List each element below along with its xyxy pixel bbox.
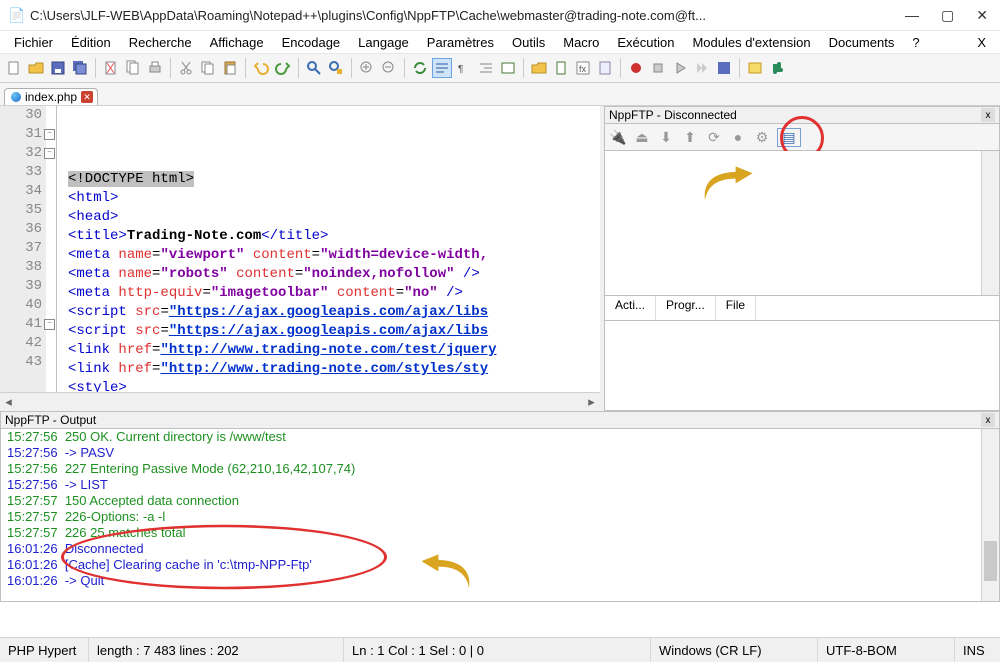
statusbar: PHP Hypert length : 7 483 lines : 202 Ln…	[0, 637, 1000, 662]
nppftp-title: NppFTP - Disconnected x	[604, 106, 1000, 124]
tree-vscrollbar[interactable]	[981, 151, 999, 295]
wrap-icon[interactable]	[432, 58, 452, 78]
playmulti-icon[interactable]	[692, 58, 712, 78]
menu-outils[interactable]: Outils	[504, 33, 553, 52]
output-close-icon[interactable]: x	[981, 413, 995, 427]
download-icon[interactable]: ⬇	[657, 129, 675, 146]
tab-close-icon[interactable]: ✕	[81, 91, 93, 103]
doc-icon[interactable]	[551, 58, 571, 78]
status-pos: Ln : 1 Col : 1 Sel : 0 | 0	[344, 638, 651, 662]
copy-icon[interactable]	[198, 58, 218, 78]
window-titlebar: 📄 C:\Users\JLF-WEB\AppData\Roaming\Notep…	[0, 0, 1000, 31]
sync-icon[interactable]	[410, 58, 430, 78]
tab-index-php[interactable]: index.php ✕	[4, 88, 98, 105]
lang-icon[interactable]	[498, 58, 518, 78]
undo-icon[interactable]	[251, 58, 271, 78]
nppftp-bottom-tabs: Acti... Progr... File	[604, 296, 1000, 321]
nppftp-details	[604, 321, 1000, 411]
menu-fichier[interactable]: Fichier	[6, 33, 61, 52]
status-mode: INS	[955, 638, 1000, 662]
menu-close-x[interactable]: X	[969, 33, 994, 52]
close-icon[interactable]	[101, 58, 121, 78]
tab-file[interactable]: File	[716, 296, 756, 320]
paste-icon[interactable]	[220, 58, 240, 78]
find-icon[interactable]	[304, 58, 324, 78]
new-icon[interactable]	[4, 58, 24, 78]
disconnect-icon[interactable]: ⏏	[633, 129, 651, 146]
menu-langage[interactable]: Langage	[350, 33, 417, 52]
output-vscroll-thumb[interactable]	[984, 541, 997, 581]
menu-parametres[interactable]: Paramètres	[419, 33, 502, 52]
file-status-icon	[11, 92, 21, 102]
status-length: length : 7 483 lines : 202	[89, 638, 344, 662]
play-icon[interactable]	[670, 58, 690, 78]
stop-icon[interactable]	[648, 58, 668, 78]
editor-tabbar: index.php ✕	[0, 83, 1000, 106]
menu-help[interactable]: ?	[904, 33, 927, 52]
output-log[interactable]: 15:27:56 250 OK. Current directory is /w…	[0, 429, 1000, 602]
menu-affichage[interactable]: Affichage	[202, 33, 272, 52]
menu-encodage[interactable]: Encodage	[274, 33, 349, 52]
allchars-icon[interactable]: ¶	[454, 58, 474, 78]
menu-execution[interactable]: Exécution	[609, 33, 682, 52]
cut-icon[interactable]	[176, 58, 196, 78]
upload-icon[interactable]: ⬆	[681, 129, 699, 146]
func-icon[interactable]: fx	[573, 58, 593, 78]
menu-edition[interactable]: Édition	[63, 33, 119, 52]
connect-icon[interactable]: 🔌	[609, 129, 627, 146]
status-eol: Windows (CR LF)	[651, 638, 818, 662]
folder-icon[interactable]	[529, 58, 549, 78]
menu-recherche[interactable]: Recherche	[121, 33, 200, 52]
tab-label: index.php	[25, 90, 77, 104]
redo-icon[interactable]	[273, 58, 293, 78]
status-enc: UTF-8-BOM	[818, 638, 955, 662]
print-icon[interactable]	[145, 58, 165, 78]
editor-hscrollbar[interactable]: ◂▸	[0, 392, 600, 411]
tab-actions[interactable]: Acti...	[605, 296, 656, 320]
savesess-icon[interactable]	[714, 58, 734, 78]
output-title: NppFTP - Output x	[0, 411, 1000, 429]
saveall-icon[interactable]	[70, 58, 90, 78]
panel-close-icon[interactable]: x	[981, 108, 995, 122]
status-lang: PHP Hypert	[0, 638, 89, 662]
abort-icon[interactable]: ●	[729, 129, 747, 145]
svg-text:fx: fx	[579, 64, 587, 74]
puzzle-icon[interactable]	[767, 58, 787, 78]
maximize-button[interactable]: ▢	[941, 7, 954, 24]
code-editor[interactable]: 3031323334353637383940414243 −−− <!DOCTY…	[0, 106, 600, 392]
settings-icon[interactable]: ⚙	[753, 129, 771, 146]
record-icon[interactable]	[626, 58, 646, 78]
menu-modules[interactable]: Modules d'extension	[684, 33, 818, 52]
yellow-icon[interactable]	[745, 58, 765, 78]
save-icon[interactable]	[48, 58, 68, 78]
zoomin-icon[interactable]	[357, 58, 377, 78]
nppftp-toolbar: 🔌 ⏏ ⬇ ⬆ ⟳ ● ⚙ ▤	[604, 124, 1000, 151]
tab-progress[interactable]: Progr...	[656, 296, 716, 320]
main-toolbar: ¶ fx	[0, 54, 1000, 83]
zoomout-icon[interactable]	[379, 58, 399, 78]
menubar: Fichier Édition Recherche Affichage Enco…	[0, 31, 1000, 54]
open-icon[interactable]	[26, 58, 46, 78]
nppftp-tree[interactable]	[604, 151, 1000, 296]
map-icon[interactable]	[595, 58, 615, 78]
close-button[interactable]: ✕	[976, 7, 988, 24]
minimize-button[interactable]: —	[905, 7, 919, 24]
svg-text:¶: ¶	[458, 64, 463, 75]
messages-icon[interactable]: ▤	[777, 128, 801, 147]
app-icon: 📄	[8, 7, 24, 23]
menu-macro[interactable]: Macro	[555, 33, 607, 52]
closeall-icon[interactable]	[123, 58, 143, 78]
editor-pane: 3031323334353637383940414243 −−− <!DOCTY…	[0, 106, 604, 411]
window-title: C:\Users\JLF-WEB\AppData\Roaming\Notepad…	[30, 8, 905, 23]
refresh-icon[interactable]: ⟳	[705, 129, 723, 146]
menu-documents[interactable]: Documents	[821, 33, 903, 52]
replace-icon[interactable]	[326, 58, 346, 78]
indent-icon[interactable]	[476, 58, 496, 78]
nppftp-panel: NppFTP - Disconnected x 🔌 ⏏ ⬇ ⬆ ⟳ ● ⚙ ▤ …	[604, 106, 1000, 411]
